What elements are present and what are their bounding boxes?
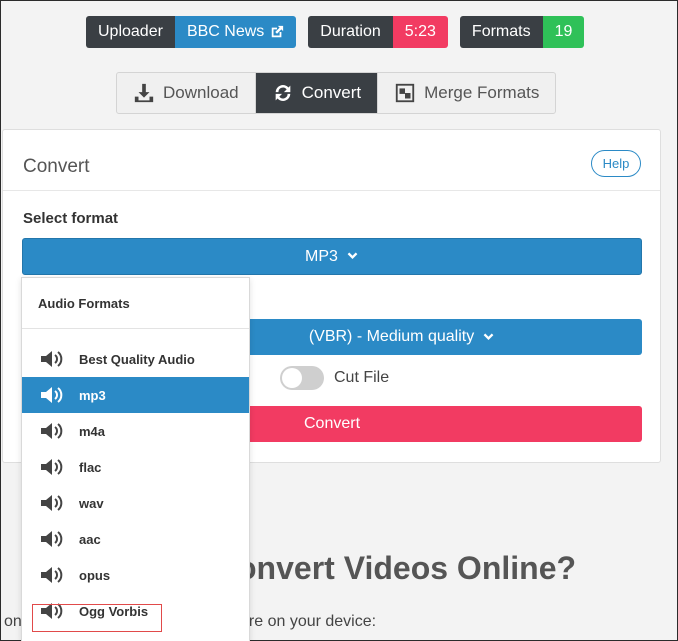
dropdown-group-header: Audio Formats [38, 295, 130, 311]
dropdown-item-wav[interactable]: wav [22, 485, 249, 521]
uploader-badge: Uploader BBC News [86, 16, 297, 48]
download-icon [134, 83, 154, 103]
section-heading: onvert Videos Online? [237, 550, 577, 586]
dropdown-item-opus[interactable]: opus [22, 557, 249, 593]
dropdown-item-label: wav [79, 495, 104, 511]
dropdown-item-mp3[interactable]: mp3 [22, 377, 249, 413]
sync-icon [275, 85, 290, 101]
section-text-right: are on your device: [240, 613, 377, 630]
dropdown-item-label: flac [79, 459, 102, 475]
section-text-left: on [4, 613, 22, 630]
uploader-value: BBC News [186, 23, 265, 40]
card-title: Convert [23, 156, 90, 177]
tab-merge-label: Merge Formats [424, 83, 540, 102]
formats-badge: Formats 19 [459, 16, 585, 48]
dropdown-item-m4a[interactable]: m4a [22, 413, 249, 449]
chevron-down-icon [347, 252, 358, 259]
mode-tabs: Download Convert Merge Formats [116, 72, 557, 114]
speaker-icon [41, 423, 63, 439]
format-dropdown: Audio Formats Best Quality Audio mp3 m4a… [21, 277, 250, 641]
duration-badge: Duration 5:23 [308, 16, 448, 48]
tab-download-label: Download [163, 83, 239, 102]
help-button[interactable]: Help [591, 150, 641, 177]
dropdown-item-label: opus [79, 567, 111, 583]
speaker-icon [41, 387, 63, 403]
formats-key: Formats [459, 16, 543, 48]
dropdown-item-best-quality-audio[interactable]: Best Quality Audio [22, 341, 249, 377]
duration-key: Duration [308, 16, 393, 48]
convert-button-label: Convert [303, 415, 361, 432]
tab-merge-formats[interactable]: Merge Formats [377, 73, 555, 113]
highlight-annotation-box [32, 604, 162, 632]
formats-value: 19 [542, 16, 585, 48]
dropdown-item-label: mp3 [79, 387, 106, 403]
dropdown-item-label: m4a [79, 423, 106, 439]
cut-file-toggle[interactable] [280, 366, 324, 390]
dropdown-item-flac[interactable]: flac [22, 449, 249, 485]
cut-file-row: Cut File [280, 366, 389, 390]
tab-convert[interactable]: Convert [254, 73, 378, 113]
speaker-icon [41, 351, 63, 367]
merge-icon [395, 83, 415, 103]
uploader-key: Uploader [86, 16, 175, 48]
dropdown-item-label: aac [79, 531, 101, 547]
dropdown-item-aac[interactable]: aac [22, 521, 249, 557]
speaker-icon [41, 567, 63, 583]
card-divider [3, 190, 660, 191]
speaker-icon [41, 495, 63, 511]
chevron-down-icon [483, 332, 494, 340]
info-badges: Uploader BBC News Duration 5:23 Formats … [86, 16, 585, 48]
tab-download[interactable]: Download [117, 73, 255, 113]
tab-convert-label: Convert [301, 83, 362, 102]
uploader-link[interactable]: BBC News [174, 16, 297, 48]
format-select-value: MP3 [305, 247, 338, 265]
cut-file-label: Cut File [334, 369, 390, 386]
select-format-label: Select format [23, 210, 119, 227]
speaker-icon [41, 459, 63, 475]
external-link-icon [272, 25, 284, 38]
dropdown-divider [22, 328, 249, 329]
duration-value: 5:23 [392, 16, 448, 48]
dropdown-item-label: Best Quality Audio [79, 351, 195, 367]
format-select[interactable]: MP3 [22, 238, 642, 275]
speaker-icon [41, 531, 63, 547]
